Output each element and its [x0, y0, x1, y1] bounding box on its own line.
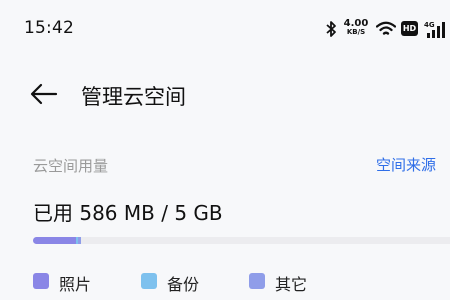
- legend-swatch: [249, 273, 265, 289]
- space-source-link[interactable]: 空间来源: [376, 154, 436, 175]
- network-type-label: 4G: [424, 21, 435, 29]
- network-speed-unit: KB/S: [346, 28, 366, 36]
- usage-summary: 已用 586 MB / 5 GB: [33, 201, 223, 225]
- wifi-icon: [376, 21, 396, 35]
- status-bar: 15:42 4.00 KB/S HD 4G: [0, 0, 450, 60]
- legend-label: 照片: [59, 275, 92, 294]
- status-time: 15:42: [24, 18, 74, 38]
- legend-label: 备份: [167, 275, 200, 294]
- network-speed-value: 4.00: [343, 18, 369, 29]
- signal-icon: 4G: [424, 21, 445, 38]
- legend-swatch: [33, 273, 49, 289]
- legend-swatch: [141, 273, 157, 289]
- storage-legend: 照片 备份 其它: [33, 270, 450, 294]
- section-label-cloud-usage: 云空间用量: [33, 157, 109, 175]
- network-speed: 4.00 KB/S: [342, 19, 370, 37]
- legend-label: 其它: [275, 275, 308, 294]
- page-title: 管理云空间: [81, 85, 186, 109]
- bluetooth-icon: [326, 21, 336, 37]
- hd-icon: HD: [401, 21, 418, 36]
- status-icons: 4.00 KB/S HD 4G: [320, 18, 450, 44]
- usage-segment-3: [78, 237, 81, 244]
- top-app-bar: 管理云空间: [0, 72, 450, 116]
- usage-progress-bar: [33, 237, 450, 244]
- arrow-left-icon[interactable]: [30, 82, 58, 106]
- usage-segment-1: [33, 237, 76, 244]
